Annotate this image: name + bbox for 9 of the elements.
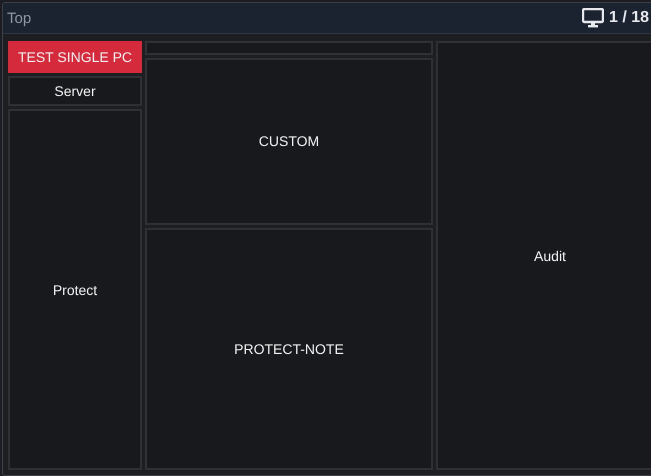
treemap-tile[interactable]: Server [8,76,142,106]
monitor-icon [582,8,604,28]
treemap-tile[interactable]: CUSTOM [145,58,433,225]
treemap-tile[interactable]: TEST SINGLE PC [8,41,142,73]
page-count: 1 / 18 [608,9,649,27]
treemap-tile[interactable]: Protect [8,109,142,470]
treemap-tile[interactable]: Audit [436,41,651,470]
treemap-tile[interactable]: PROTECT-NOTE [145,228,433,470]
window-title: Top [7,10,32,26]
